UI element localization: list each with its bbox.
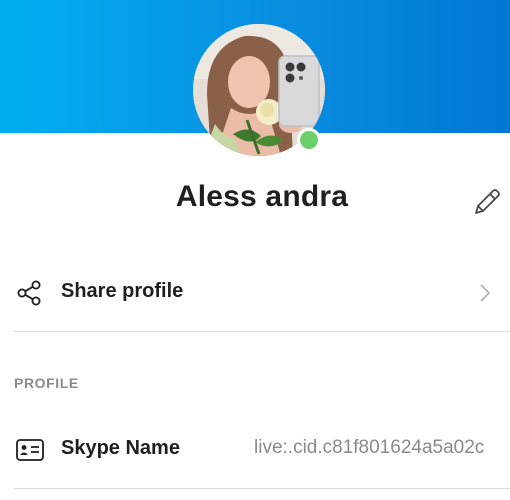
- share-icon: [14, 278, 44, 313]
- profile-section-header: PROFILE: [14, 375, 79, 391]
- profile-screen: Aless andra Share profile PROFILE Skype …: [0, 0, 510, 500]
- share-profile-label: Share profile: [61, 280, 184, 302]
- presence-status-dot: [297, 128, 321, 152]
- id-card-icon: [14, 437, 46, 468]
- divider: [14, 331, 510, 332]
- display-name: Aless andra: [175, 180, 349, 213]
- share-profile-row[interactable]: Share profile: [0, 268, 510, 318]
- skype-name-row[interactable]: Skype Name live:.cid.c81f801624a5a02c: [0, 425, 510, 471]
- divider: [14, 488, 510, 489]
- pencil-icon: [475, 189, 500, 214]
- skype-name-label: Skype Name: [61, 437, 180, 459]
- edit-profile-button[interactable]: [470, 185, 504, 219]
- chevron-right-icon: [478, 282, 492, 309]
- skype-name-value: live:.cid.c81f801624a5a02c: [254, 437, 485, 458]
